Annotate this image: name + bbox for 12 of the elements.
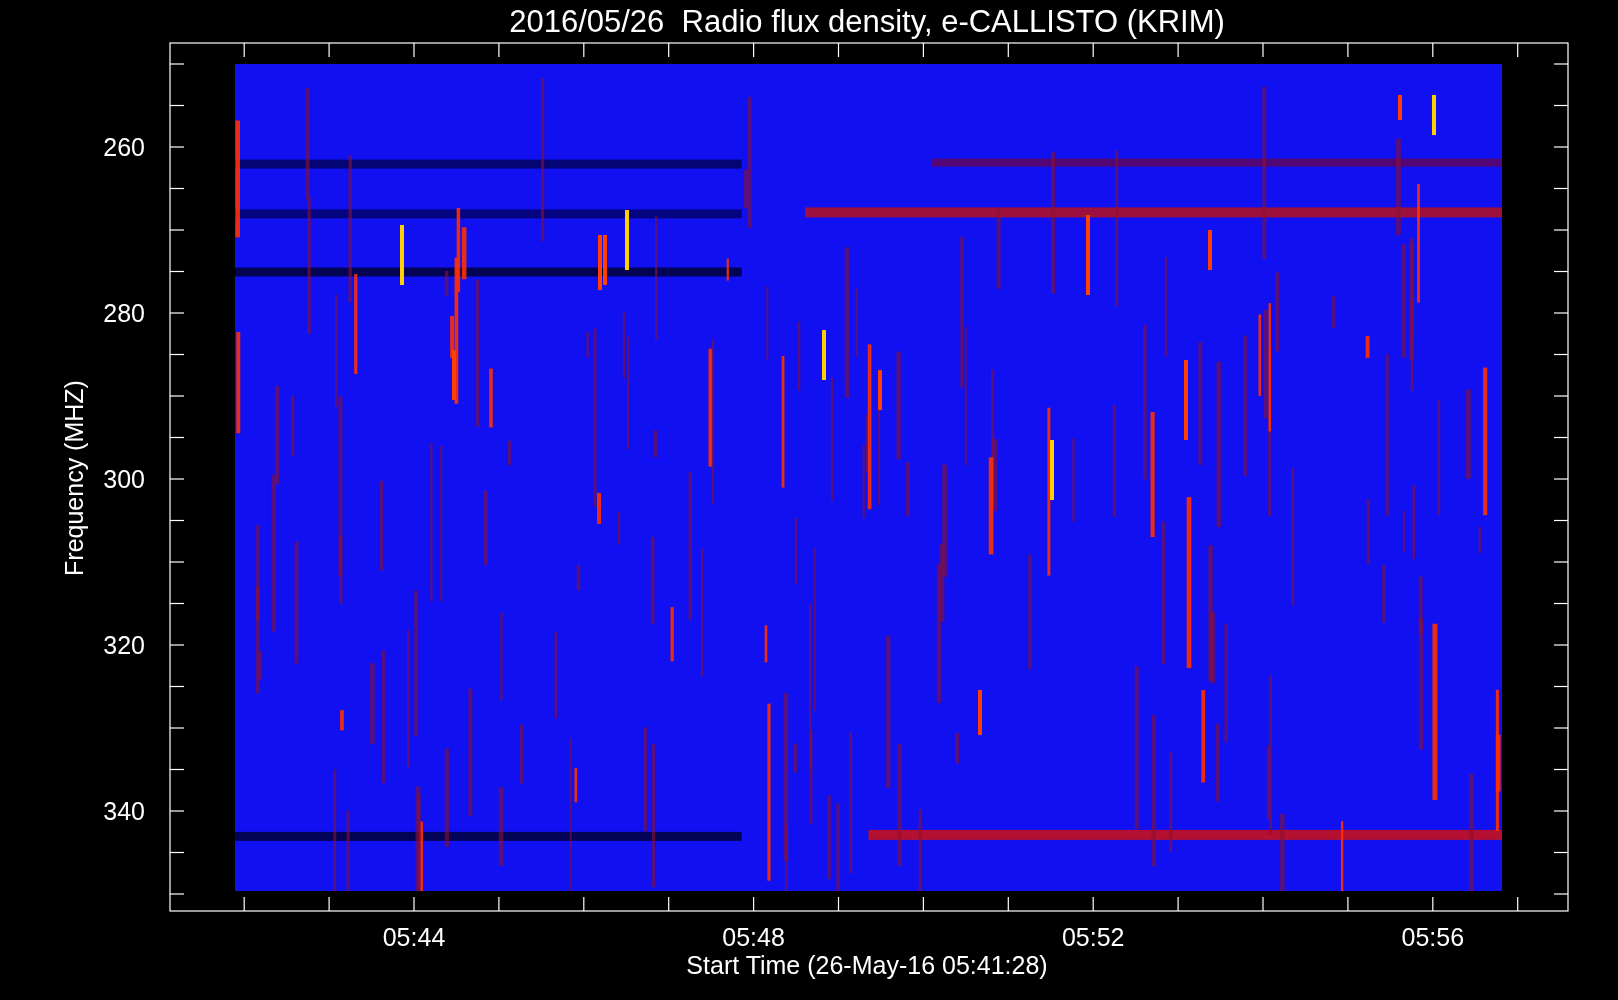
x-axis-label: Start Time (26-May-16 05:41:28) (686, 951, 1048, 979)
y-tick-label: 320 (103, 631, 145, 659)
x-tick-label: 05:52 (1061, 923, 1125, 951)
y-tick-label: 280 (103, 299, 145, 327)
x-tick-label: 05:56 (1401, 923, 1465, 951)
x-tick-label: 05:44 (382, 923, 446, 951)
y-axis-label: Frequency (MHZ) (60, 380, 88, 576)
chart-title: 2016/05/26 Radio flux density, e-CALLISTO (KRIM) (509, 4, 1225, 39)
y-tick-label: 260 (103, 133, 145, 161)
y-tick-label: 300 (103, 465, 145, 493)
y-tick-label: 340 (103, 797, 145, 825)
x-tick-label: 05:48 (722, 923, 785, 951)
